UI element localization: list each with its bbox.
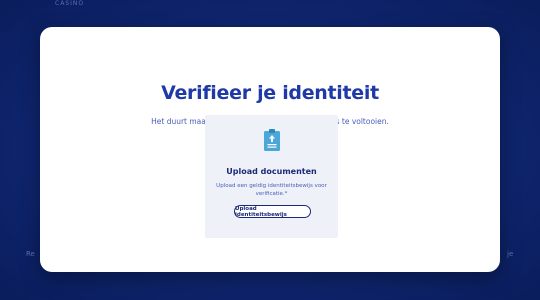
- upload-id-button[interactable]: Upload identiteitsbewijs: [234, 205, 311, 218]
- document-upload-icon: [263, 128, 281, 152]
- background-text-right: je: [507, 250, 514, 258]
- modal-title: Verifieer je identiteit: [161, 82, 379, 104]
- verification-modal: Verifieer je identiteit Het duurt maar e…: [40, 27, 500, 272]
- brand-logo-text: CASINO: [55, 0, 85, 7]
- background-text-left: Re: [26, 250, 35, 258]
- upload-card-description: Upload een geldig identiteitsbewijs voor…: [216, 183, 327, 197]
- upload-documents-card: Upload documenten Upload een geldig iden…: [205, 115, 338, 238]
- upload-card-title: Upload documenten: [226, 167, 317, 176]
